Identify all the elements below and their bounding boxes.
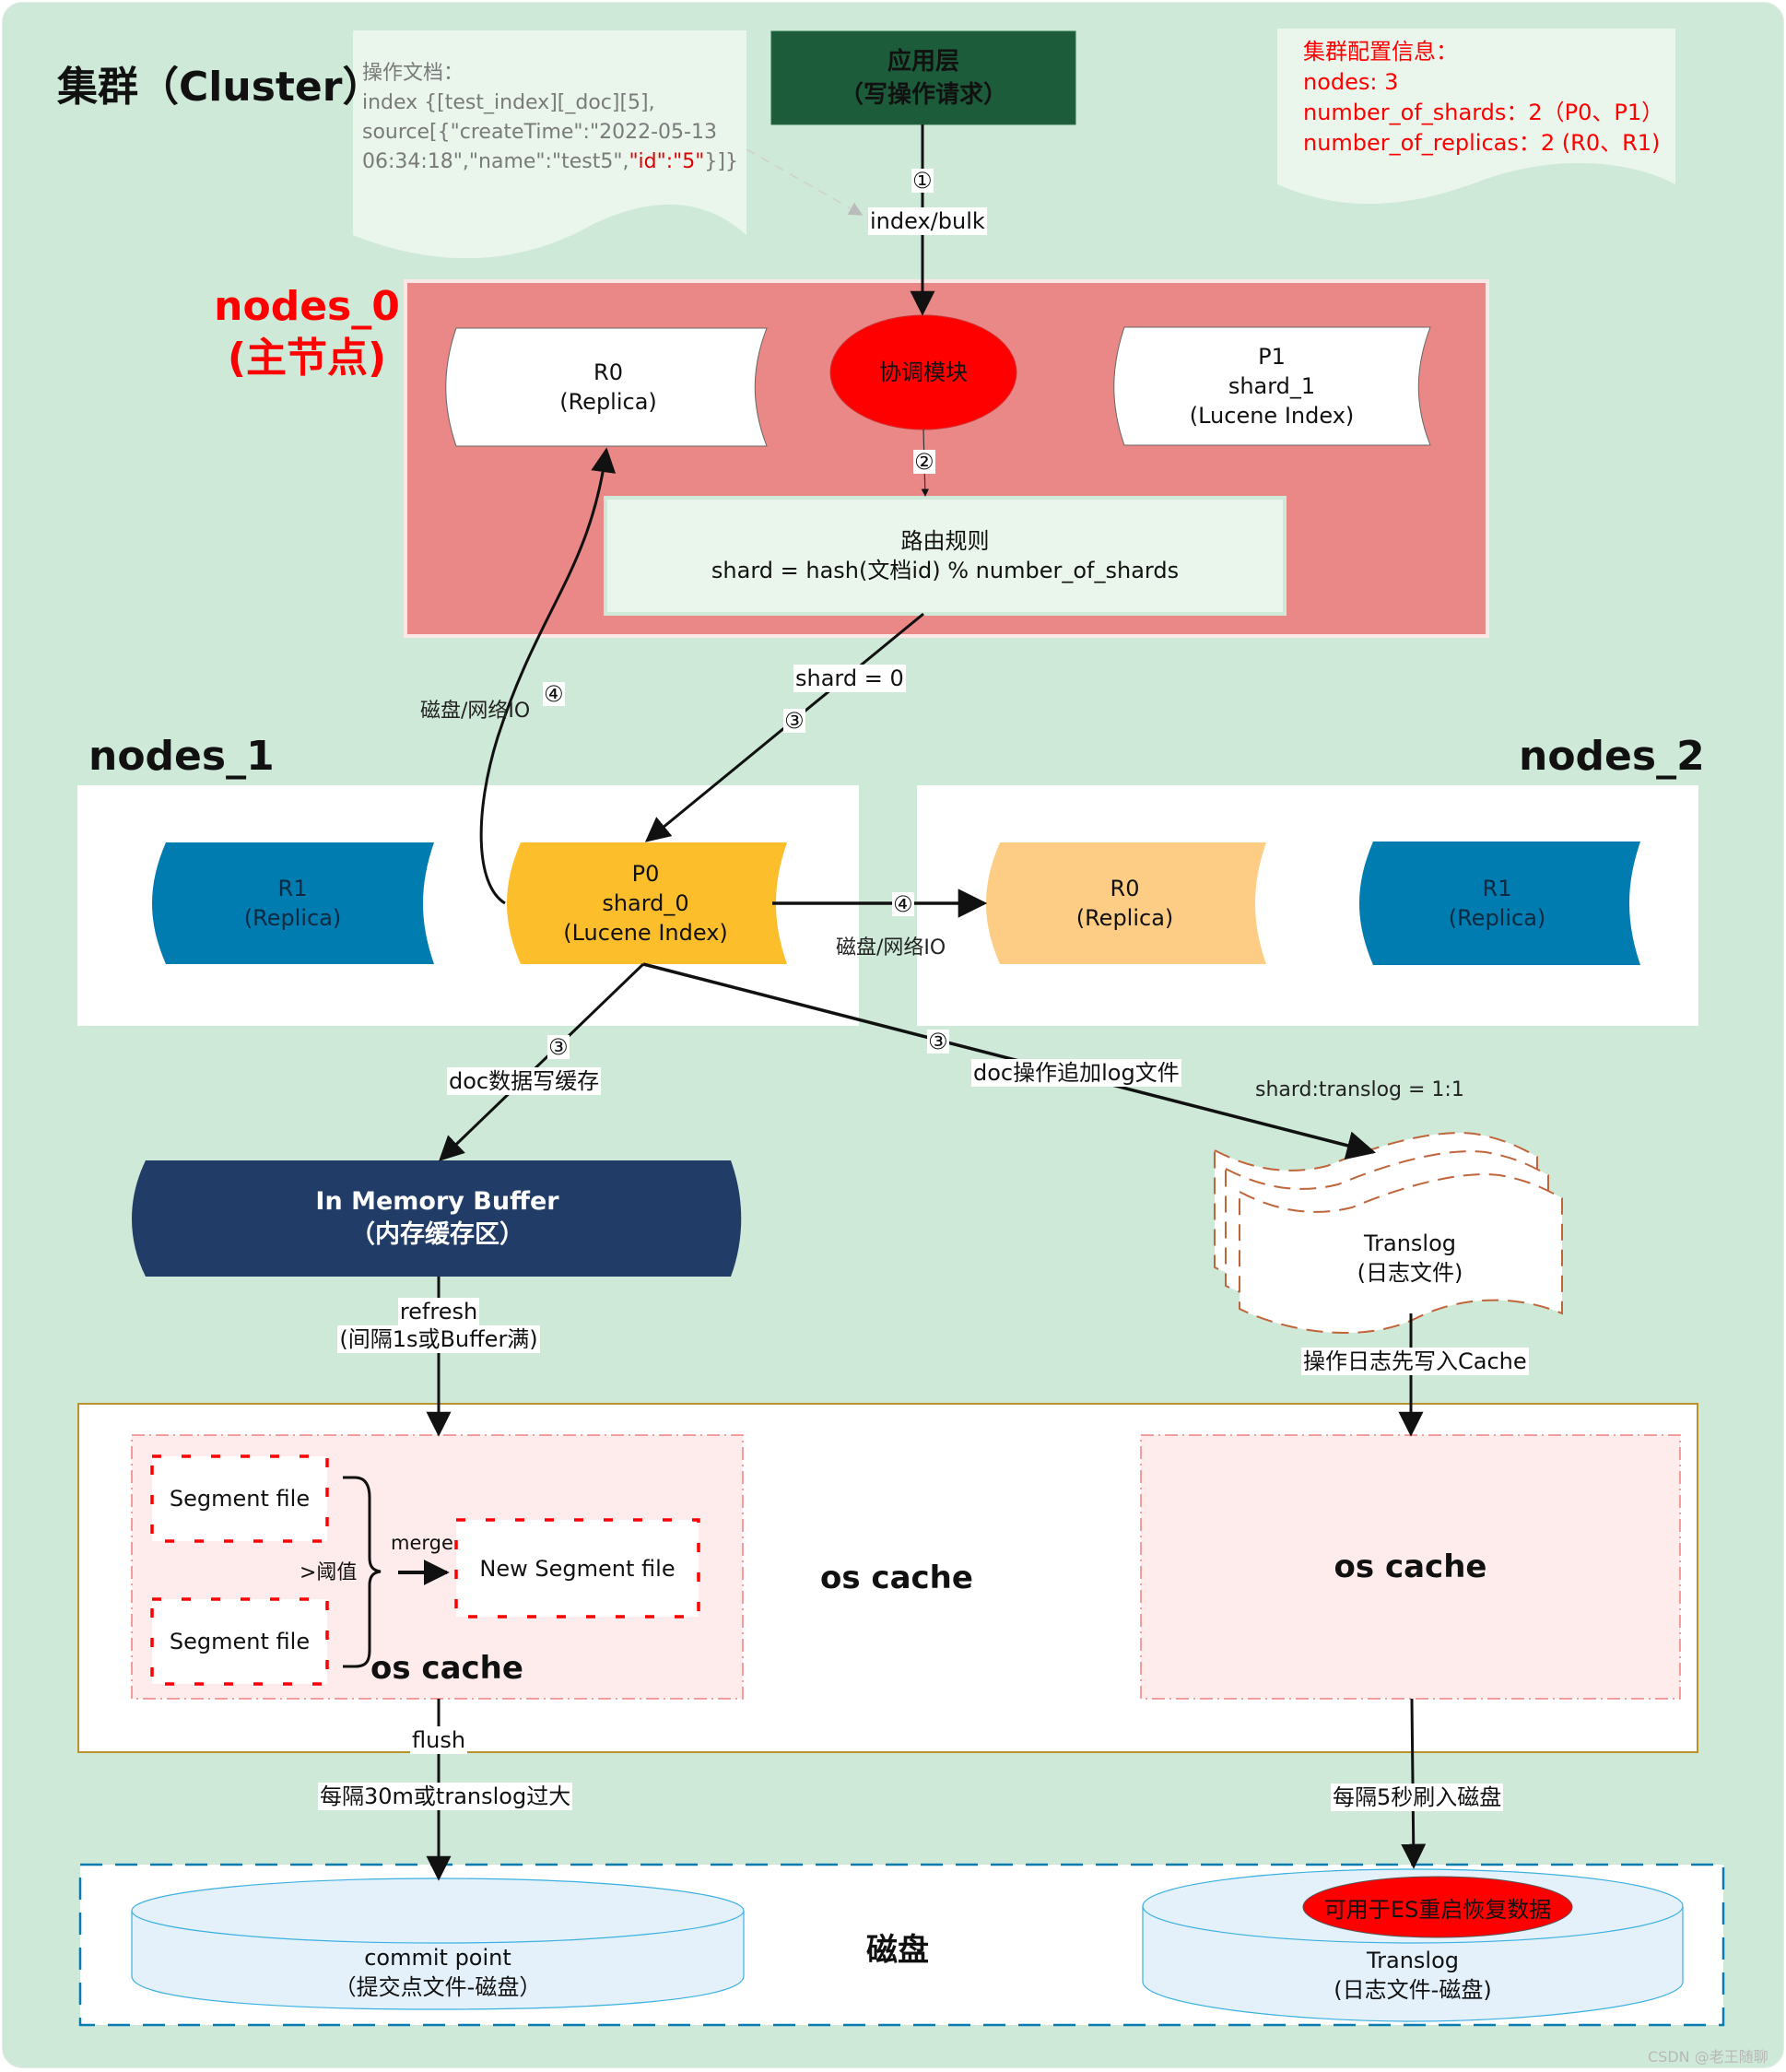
merge-label: merge <box>391 1532 453 1554</box>
config-note: 集群配置信息： nodes: 3 number_of_shards：2（P0、P… <box>1303 37 1672 159</box>
arrow-translog-flush <box>1401 1698 1427 1869</box>
nodes-1-p0-name: P0 <box>631 861 660 887</box>
nodes-1-r1[interactable]: R1 (Replica) <box>152 842 433 964</box>
flush-condition-label: 每隔30m或translog过大 <box>318 1783 573 1810</box>
translog-file[interactable]: Translog (日志文件) <box>1272 1217 1548 1300</box>
coordinator-module[interactable]: 协调模块 <box>830 315 1016 430</box>
nodes-0-role: (主节点) <box>227 335 387 382</box>
refresh-label-title: refresh <box>397 1298 480 1325</box>
segment-file-2[interactable]: Segment file <box>152 1599 327 1684</box>
nodes-0-r0-name: R0 <box>593 359 623 385</box>
nodes-0-r0-type: (Replica) <box>559 389 657 415</box>
translog-flush-label: 每隔5秒刷入磁盘 <box>1331 1784 1504 1811</box>
commit-point-subtitle: （提交点文件-磁盘） <box>334 1974 542 2000</box>
segment-file-1[interactable]: Segment file <box>152 1456 327 1541</box>
io-label-right: 磁盘/网络IO <box>836 936 946 959</box>
index-bulk-label: index/bulk <box>868 207 987 235</box>
nodes-1-title: nodes_1 <box>88 733 275 780</box>
step-3-badge-buffer: ③ <box>547 1034 570 1060</box>
io-label-left: 磁盘/网络IO <box>420 700 531 723</box>
nodes-2-r0-name: R0 <box>1110 876 1140 901</box>
memory-buffer-subtitle: （内存缓存区） <box>350 1220 524 1249</box>
doc-note-line3-prefix: 06:34:18","name":"test5", <box>362 150 629 173</box>
nodes-2-r1[interactable]: R1 (Replica) <box>1357 842 1638 965</box>
config-shards: number_of_shards：2（P0、P1） <box>1303 100 1664 125</box>
doc-write-cache-label: doc数据写缓存 <box>447 1067 602 1095</box>
diagram-canvas: 集群（Cluster） 操作文档： index {[test_index][_d… <box>0 0 1786 2072</box>
watermark: CSDN @老王随聊 <box>1648 2048 1768 2066</box>
routing-rule[interactable]: 路由规则 shard = hash(文档id) % number_of_shar… <box>605 498 1285 614</box>
translog-recovery-badge: 可用于ES重启恢复数据 <box>1323 1896 1552 1923</box>
translog-disk[interactable]: Translog (日志文件-磁盘) <box>1143 1943 1683 2007</box>
os-cache-center-label: os cache <box>820 1560 973 1596</box>
app-layer: 应用层 （写操作请求） <box>771 31 1075 124</box>
doc-note: 操作文档： index {[test_index][_doc][5], sour… <box>362 59 740 177</box>
log-to-cache-label: 操作日志先写入Cache <box>1301 1348 1529 1375</box>
threshold-label: >阈值 <box>300 1561 358 1584</box>
refresh-label: refresh (间隔1s或Buffer满) <box>332 1298 546 1353</box>
nodes-1-p0-shard: shard_0 <box>602 890 689 916</box>
translog-file-subtitle: (日志文件) <box>1357 1260 1463 1286</box>
routing-rule-formula: shard = hash(文档id) % number_of_shards <box>711 558 1180 583</box>
config-replicas: number_of_replicas：2 (R0、R1) <box>1303 130 1661 156</box>
doc-note-connector <box>746 148 864 216</box>
nodes-0-p1-name: P1 <box>1258 344 1286 370</box>
nodes-2-r0[interactable]: R0 (Replica) <box>984 842 1265 964</box>
doc-note-line3: 06:34:18","name":"test5","id":"5"}]} <box>362 147 740 177</box>
step-3-badge-translog: ③ <box>927 1029 949 1054</box>
refresh-label-condition: (间隔1s或Buffer满) <box>337 1325 540 1353</box>
doc-note-heading: 操作文档： <box>362 62 464 85</box>
memory-buffer-title: In Memory Buffer <box>315 1187 559 1216</box>
nodes-2-r1-type: (Replica) <box>1448 905 1546 931</box>
config-heading: 集群配置信息： <box>1303 39 1458 65</box>
nodes-1-p0[interactable]: P0 shard_0 (Lucene Index) <box>505 842 786 964</box>
nodes-2-title: nodes_2 <box>1519 733 1705 780</box>
new-segment-file[interactable]: New Segment file <box>456 1520 699 1617</box>
step-4-badge-right: ④ <box>892 891 914 917</box>
nodes-2-r0-type: (Replica) <box>1075 905 1174 931</box>
nodes-0-name: nodes_0 <box>214 283 400 330</box>
step-2-badge: ② <box>913 449 935 475</box>
doc-note-line3-suffix: }]} <box>704 150 738 173</box>
doc-note-line1: index {[test_index][_doc][5], <box>362 91 655 114</box>
nodes-0-title: nodes_0 (主节点) <box>214 281 400 384</box>
translog-disk-subtitle: (日志文件-磁盘) <box>1334 1977 1492 2003</box>
app-layer-subtitle: （写操作请求） <box>839 80 1007 109</box>
step-1-badge: ① <box>911 168 934 194</box>
nodes-1-r1-type: (Replica) <box>243 905 342 931</box>
step-3-badge-routing: ③ <box>783 708 805 734</box>
nodes-0-p1[interactable]: P1 shard_1 (Lucene Index) <box>1115 327 1428 445</box>
flush-label: flush <box>410 1726 468 1754</box>
app-layer-title: 应用层 <box>887 47 959 76</box>
nodes-1-p0-type: (Lucene Index) <box>563 920 728 946</box>
step-4-badge-left: ④ <box>543 681 565 707</box>
translog-disk-title: Translog <box>1366 1948 1459 1973</box>
commit-point-title: commit point <box>364 1945 511 1971</box>
nodes-1-r1-name: R1 <box>277 876 308 901</box>
nodes-0-r0[interactable]: R0 (Replica) <box>452 328 765 446</box>
config-nodes: nodes: 3 <box>1303 69 1399 95</box>
nodes-0-p1-type: (Lucene Index) <box>1189 403 1355 429</box>
disk-label: 磁盘 <box>866 1932 929 1969</box>
doc-append-log-label: doc操作追加log文件 <box>971 1059 1181 1087</box>
os-cache-right-label: os cache <box>1334 1548 1487 1585</box>
cluster-title: 集群（Cluster） <box>57 64 383 111</box>
nodes-2-r1-name: R1 <box>1482 876 1512 901</box>
translog-file-title: Translog <box>1363 1230 1456 1256</box>
commit-point[interactable]: commit point （提交点文件-磁盘） <box>132 1940 744 2005</box>
nodes-0-p1-shard: shard_1 <box>1228 373 1316 399</box>
doc-note-id-highlight: "id":"5" <box>629 150 705 173</box>
os-cache-left-label: os cache <box>370 1650 523 1687</box>
shard-result-label: shard = 0 <box>793 665 906 692</box>
doc-note-line2: source[{"createTime":"2022-05-13 <box>362 121 717 144</box>
shard-translog-ratio-label: shard:translog = 1:1 <box>1255 1078 1464 1101</box>
routing-rule-title: 路由规则 <box>900 528 990 554</box>
memory-buffer[interactable]: In Memory Buffer （内存缓存区） <box>132 1160 743 1277</box>
